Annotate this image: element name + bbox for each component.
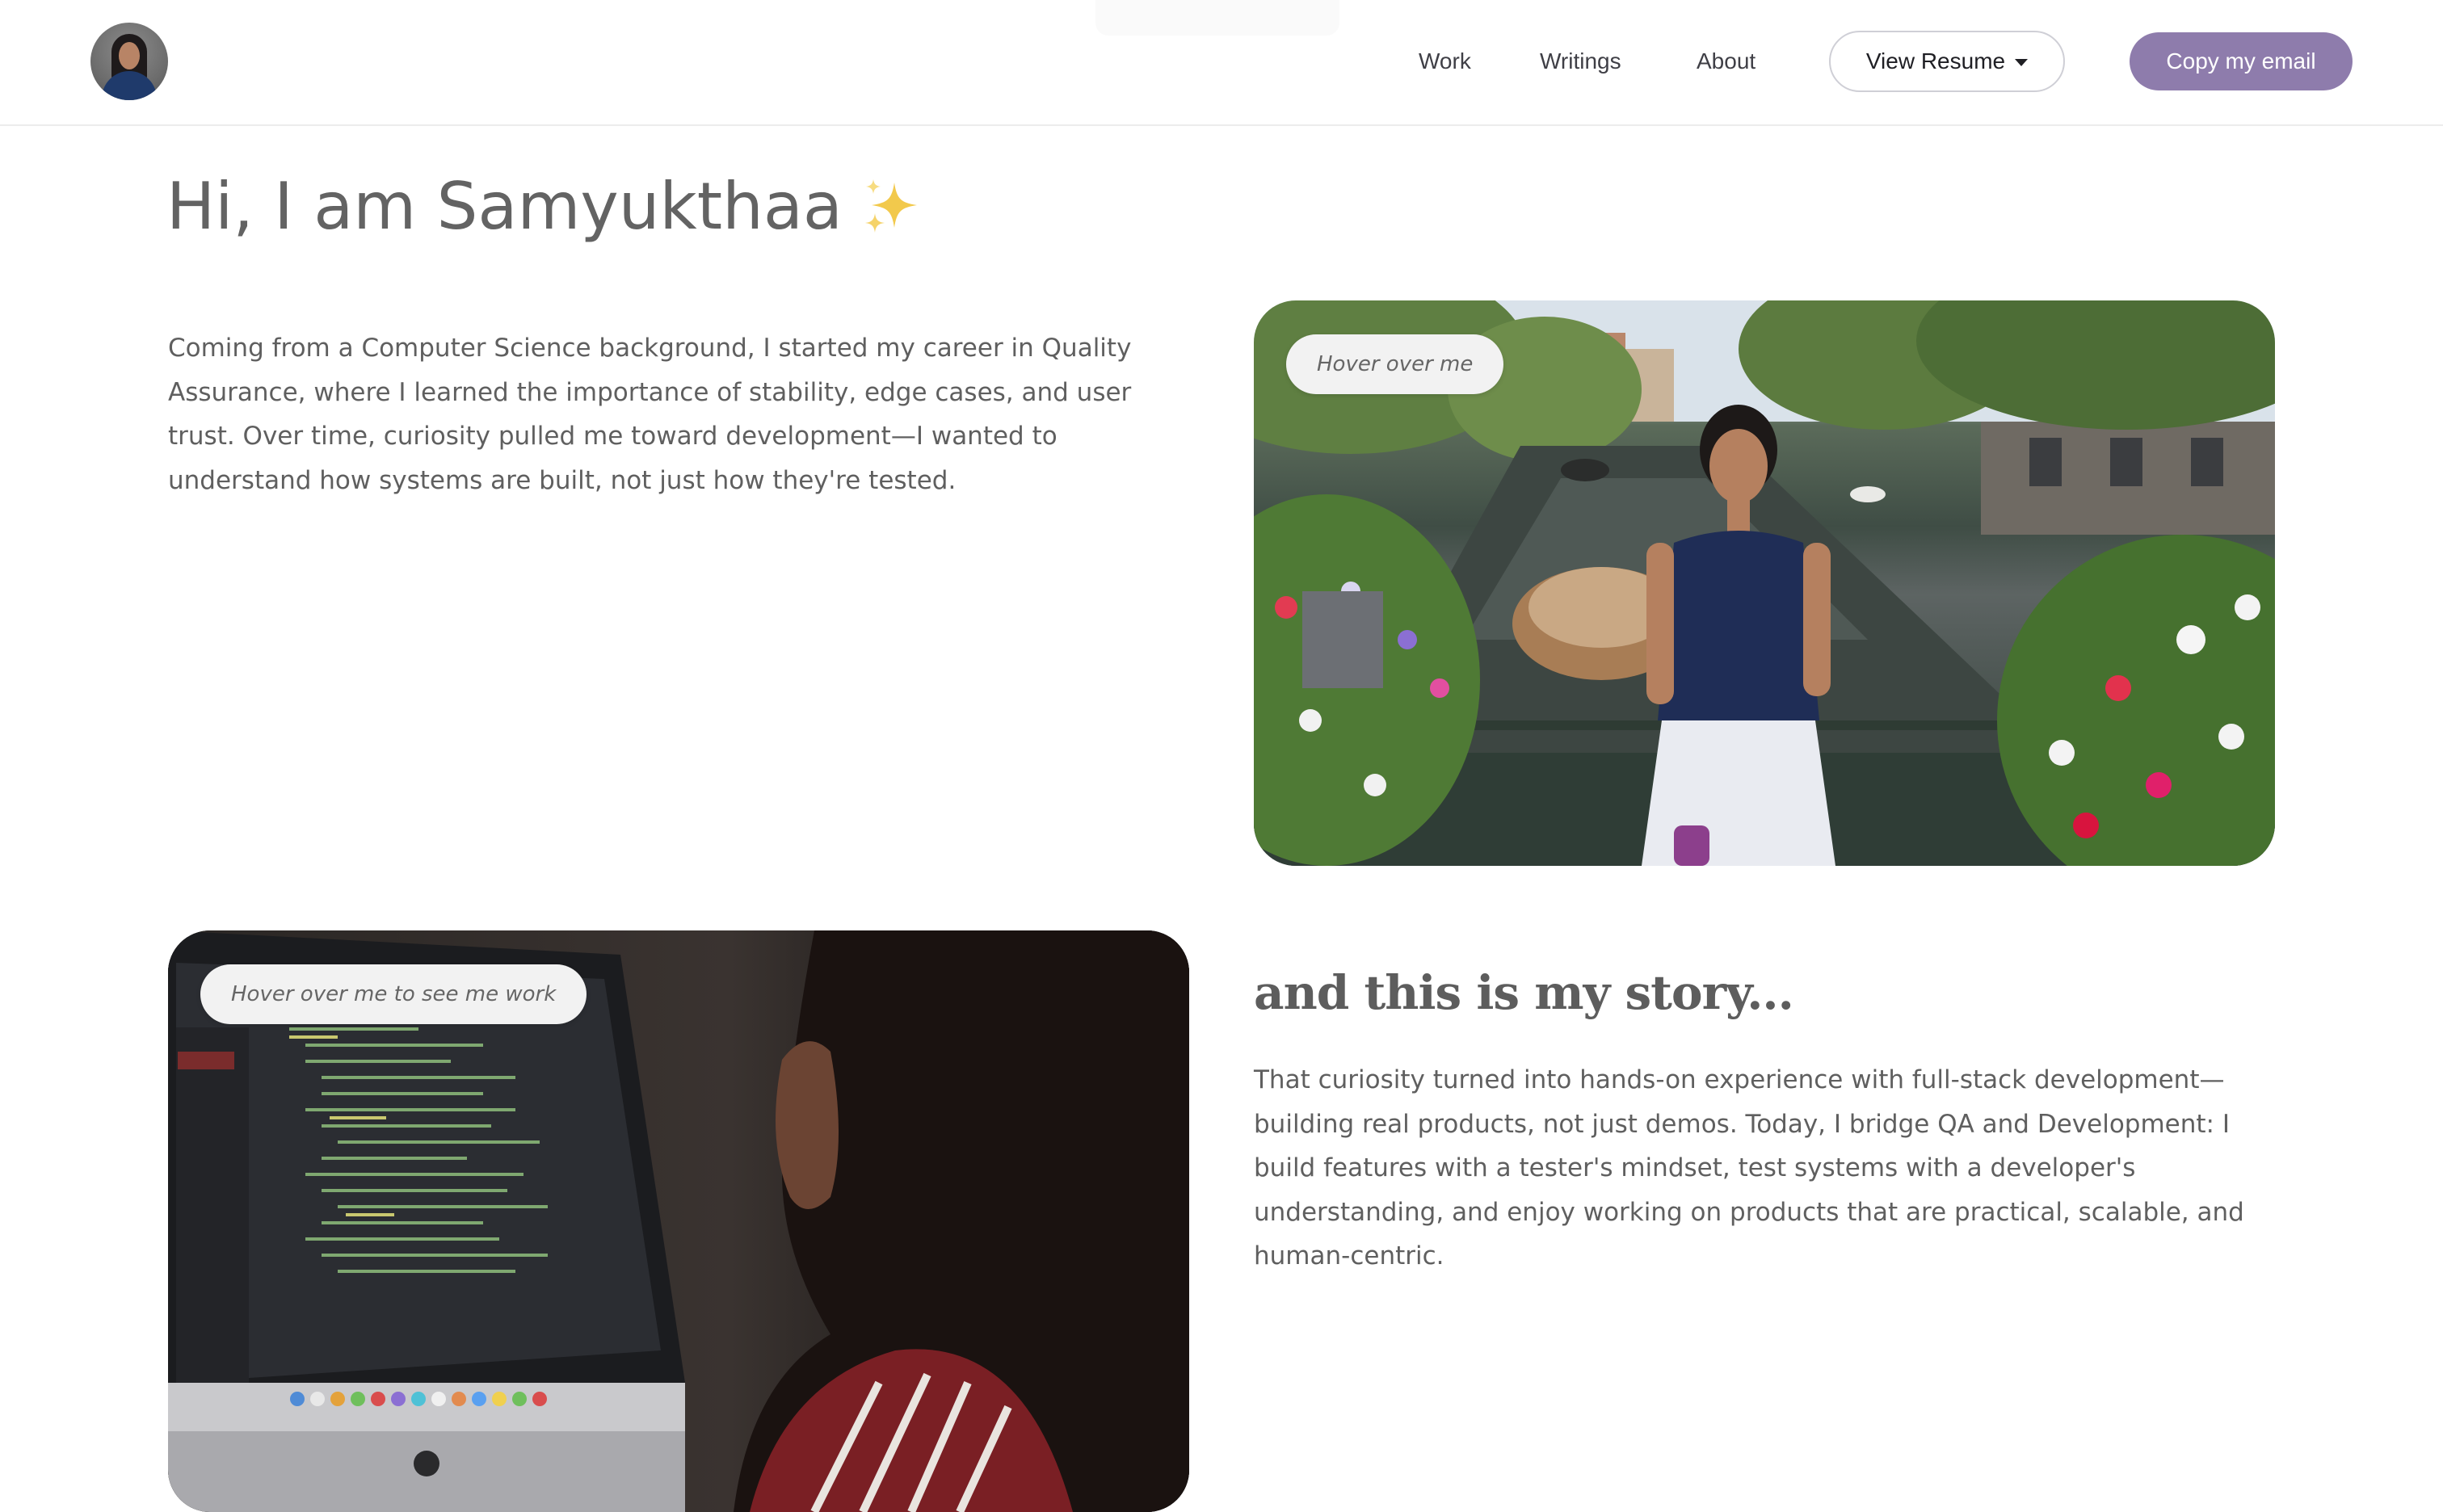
nav-about[interactable]: About: [1697, 45, 1756, 78]
avatar-face: [119, 42, 140, 69]
avatar-body: [102, 71, 157, 100]
view-resume-button[interactable]: View Resume: [1829, 31, 2065, 92]
page-title-text: Hi, I am Samyukthaa: [166, 169, 843, 244]
story-paragraph: That curiosity turned into hands-on expe…: [1254, 1065, 2244, 1270]
avatar-home-link[interactable]: [90, 23, 168, 100]
canal-photo[interactable]: Hover over me: [1254, 300, 2275, 866]
canal-photo-tooltip: Hover over me: [1286, 334, 1504, 394]
sparkles-icon: [864, 179, 917, 233]
header-decoration: [1095, 0, 1339, 36]
nav-writings[interactable]: Writings: [1540, 45, 1621, 78]
copy-email-button[interactable]: Copy my email: [2130, 32, 2353, 90]
site-header: Work Writings About View Resume Copy my …: [0, 0, 2443, 126]
coding-photo-tooltip: Hover over me to see me work: [200, 964, 587, 1024]
coding-photo[interactable]: Hover over me to see me work: [168, 930, 1189, 1512]
story-heading: and this is my story...: [1254, 965, 1794, 1020]
caret-down-icon: [2015, 59, 2029, 66]
view-resume-label: View Resume: [1865, 48, 2006, 74]
intro-paragraph: Coming from a Computer Science backgroun…: [168, 334, 1132, 495]
nav-work[interactable]: Work: [1419, 45, 1471, 78]
page-title: Hi, I am Samyukthaa: [166, 162, 923, 252]
